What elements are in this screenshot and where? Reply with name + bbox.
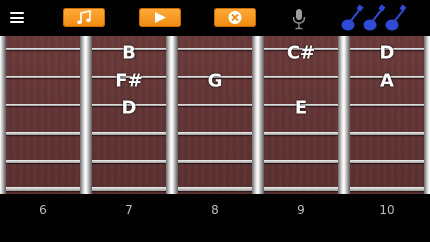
note-marker[interactable]: D [380,43,395,64]
string-4 [0,132,430,135]
fret-wire [338,36,350,194]
fret-wire [0,36,6,194]
fret-wire [166,36,178,194]
note-marker[interactable]: F# [115,71,142,92]
fret-wire [252,36,264,194]
fret-number: 10 [379,203,395,217]
string-3 [0,104,430,106]
fret-number: 9 [297,203,305,217]
close-circle-icon [228,11,242,24]
fret-wire [424,36,430,194]
guitars-icon[interactable] [340,4,406,32]
clear-button[interactable] [214,8,256,27]
fret-number: 8 [211,203,219,217]
toolbar [0,0,430,36]
fret-number-bar: 6 7 8 9 10 [0,194,430,242]
play-button[interactable] [139,8,181,27]
fret-number: 7 [125,203,133,217]
microphone-icon[interactable] [291,8,307,30]
note-marker[interactable]: C# [287,43,315,64]
string-1 [0,48,430,50]
note-marker[interactable]: A [380,71,394,92]
music-note-button[interactable] [63,8,105,27]
fret-number: 6 [39,203,47,217]
string-5 [0,160,430,163]
note-marker[interactable]: B [122,43,136,64]
string-6 [0,187,430,191]
music-note-icon [77,10,91,24]
note-marker[interactable]: E [295,98,307,119]
hamburger-icon[interactable] [10,12,24,23]
play-icon [155,12,166,23]
fret-wire [80,36,92,194]
note-marker[interactable]: D [122,98,137,119]
fretboard[interactable]: B F# D G C# E D A [0,36,430,194]
note-marker[interactable]: G [208,71,223,92]
